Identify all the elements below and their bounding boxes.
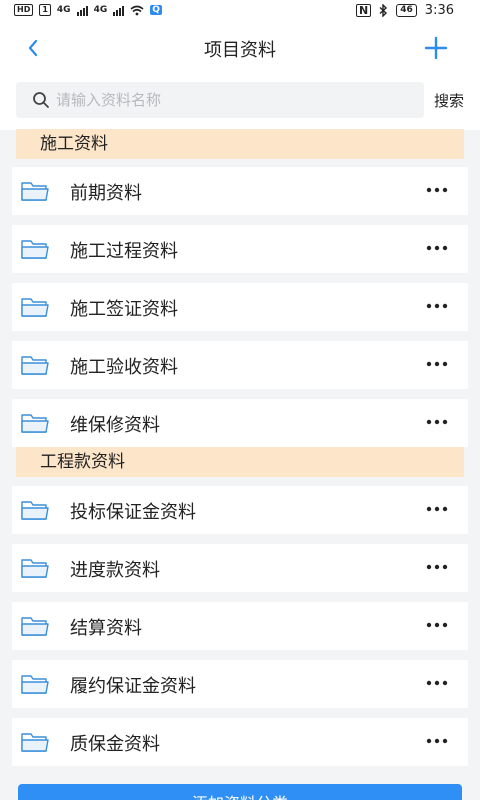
more-options-icon[interactable] <box>426 680 448 686</box>
more-options-icon[interactable] <box>426 419 448 425</box>
search-icon <box>33 92 49 108</box>
more-options-icon[interactable] <box>426 506 448 512</box>
bluetooth-icon <box>379 4 388 17</box>
battery-icon: 46 <box>396 4 417 17</box>
section-header-construction: 施工资料 <box>16 129 464 159</box>
list-item[interactable]: 维保修资料 <box>12 399 468 447</box>
list-item[interactable]: 施工签证资料 <box>12 283 468 331</box>
list-item[interactable]: 前期资料 <box>12 167 468 215</box>
search-button[interactable]: 搜索 <box>434 90 464 111</box>
list-item[interactable]: 履约保证金资料 <box>12 660 468 708</box>
page-title: 项目资料 <box>204 40 276 61</box>
list-item-label: 进度款资料 <box>70 560 160 581</box>
list-item-label: 履约保证金资料 <box>70 676 196 697</box>
add-category-button[interactable]: 添加资料分类 <box>18 784 462 800</box>
signal-1-label: 4G <box>56 5 71 15</box>
status-time: 3:36 <box>424 3 454 18</box>
more-options-icon[interactable] <box>426 303 448 309</box>
status-left: HD 1 4G 4G Q <box>14 4 162 16</box>
folder-icon <box>21 240 49 259</box>
list-item[interactable]: 施工过程资料 <box>12 225 468 273</box>
folder-icon <box>21 414 49 433</box>
sim-badge: 1 <box>39 4 51 16</box>
signal-icon <box>113 5 125 16</box>
hd-badge: HD <box>14 4 34 16</box>
signal-2-label: 4G <box>93 5 108 15</box>
wifi-icon <box>130 5 144 15</box>
folder-icon <box>21 182 49 201</box>
nfc-icon: N <box>356 4 372 17</box>
list-item-label: 结算资料 <box>70 618 142 639</box>
more-options-icon[interactable] <box>426 187 448 193</box>
folder-icon <box>21 559 49 578</box>
list-item[interactable]: 结算资料 <box>12 602 468 650</box>
list-item-label: 施工签证资料 <box>70 299 178 320</box>
list-item-label: 质保金资料 <box>70 734 160 755</box>
signal-icon <box>76 5 88 16</box>
app-header: 项目资料 <box>0 24 480 72</box>
more-options-icon[interactable] <box>426 245 448 251</box>
list-item[interactable]: 进度款资料 <box>12 544 468 592</box>
status-right: N 46 3:36 <box>356 3 454 18</box>
search-input[interactable] <box>56 82 416 118</box>
list-item-label: 施工验收资料 <box>70 357 178 378</box>
list-item-label: 维保修资料 <box>70 415 160 436</box>
folder-icon <box>21 675 49 694</box>
more-options-icon[interactable] <box>426 564 448 570</box>
section-header-payment: 工程款资料 <box>16 447 464 477</box>
list-item-label: 投标保证金资料 <box>70 502 196 523</box>
more-options-icon[interactable] <box>426 622 448 628</box>
folder-icon <box>21 617 49 636</box>
folder-icon <box>21 733 49 752</box>
more-options-icon[interactable] <box>426 361 448 367</box>
list-item[interactable]: 质保金资料 <box>12 718 468 766</box>
more-options-icon[interactable] <box>426 738 448 744</box>
list-item[interactable]: 施工验收资料 <box>12 341 468 389</box>
list-item-label: 前期资料 <box>70 183 142 204</box>
status-bar: HD 1 4G 4G Q N 46 3:36 <box>0 0 480 24</box>
search-box[interactable] <box>16 82 424 118</box>
search-bar: 搜索 <box>0 72 480 130</box>
list-item-label: 施工过程资料 <box>70 241 178 262</box>
plus-icon[interactable] <box>422 34 450 62</box>
list-item[interactable]: 投标保证金资料 <box>12 486 468 534</box>
folder-icon <box>21 356 49 375</box>
folder-icon <box>21 298 49 317</box>
folder-icon <box>21 501 49 520</box>
app-notification-badge: Q <box>150 5 162 15</box>
